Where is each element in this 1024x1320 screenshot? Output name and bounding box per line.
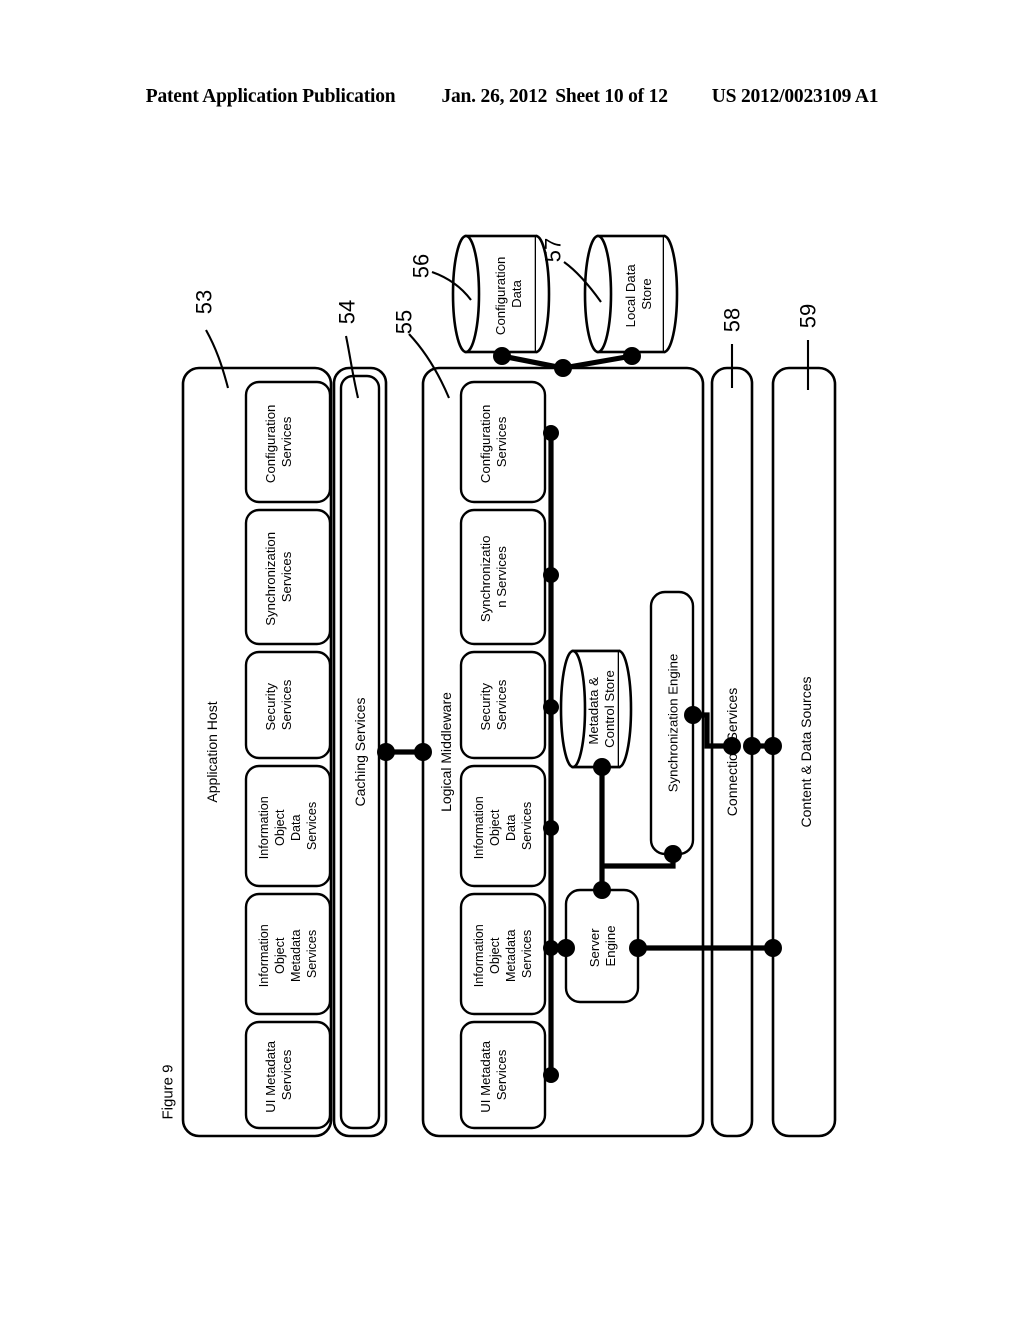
refnum-content-data-sources: 59	[796, 304, 821, 328]
connector-dot	[414, 743, 432, 761]
metadata-control-store-label: Metadata & Control Store	[586, 670, 617, 748]
connector-dot	[629, 939, 647, 957]
service-box-info-object-data-services-host: Information Object Data Services	[244, 764, 332, 888]
connector-dot	[377, 743, 395, 761]
connector-dot	[543, 820, 559, 836]
connector-dot	[664, 845, 682, 863]
refnum-caching-services: 54	[335, 300, 360, 324]
service-box-ui-metadata-services-mw: UI Metadata Services	[459, 1020, 547, 1130]
service-box-security-services-host: Security Services	[244, 650, 332, 760]
synchronization-engine-label: Synchronization Engine	[666, 654, 681, 793]
refnum-logical-middleware: 55	[392, 310, 417, 334]
refnum-application-host: 53	[192, 290, 217, 314]
application-host-label: Application Host	[204, 701, 220, 802]
connector-dot	[557, 939, 575, 957]
metadata-control-store-cylinder: Metadata & Control Store	[559, 649, 633, 769]
connector-dot	[684, 706, 702, 724]
connector-dot	[764, 737, 782, 755]
connector-dot	[723, 737, 741, 755]
server-engine-box: Server Engine	[564, 888, 640, 1004]
service-box-security-services-mw: Security Services	[459, 650, 547, 760]
content-data-sources-container: Content & Data Sources	[771, 366, 837, 1138]
service-box-ui-metadata-services-host: UI Metadata Services	[244, 1020, 332, 1130]
local-data-store-cylinder: Local Data Store	[583, 234, 679, 354]
service-box-info-object-metadata-services-mw: Information Object Metadata Services	[459, 892, 547, 1016]
figure-label: Figure 9	[160, 1064, 177, 1119]
service-box-info-object-metadata-services-host: Information Object Metadata Services	[244, 892, 332, 1016]
synchronization-engine-box: Synchronization Engine	[649, 590, 695, 856]
service-box-synchronization-services-host: Synchronization Services	[244, 508, 332, 646]
refnum-local-data-store: 57	[541, 238, 566, 262]
service-box-configuration-services-mw: Configuration Services	[459, 380, 547, 504]
service-box-label: Security Services	[263, 679, 294, 730]
service-box-configuration-services-host: Configuration Services	[244, 380, 332, 504]
connector-dot	[623, 347, 641, 365]
connector-dot	[593, 881, 611, 899]
connector-dot	[593, 758, 611, 776]
connector-dot	[543, 567, 559, 583]
caching-services-label: Caching Services	[352, 698, 368, 807]
figure-canvas: Figure 9 Application Host UI Metadata Se…	[160, 234, 837, 1138]
figure-label-text: Figure 9	[160, 1064, 177, 1119]
connector-dot	[543, 1067, 559, 1083]
service-box-label: Security Services	[478, 679, 509, 730]
connector-dot	[554, 359, 572, 377]
logical-middleware-label: Logical Middleware	[438, 692, 454, 812]
refnum-configuration-data: 56	[409, 254, 434, 278]
patent-figure-page: Patent Application Publication Jan. 26, …	[0, 0, 1024, 1320]
refnum-connection-services: 58	[720, 308, 745, 332]
connector-dot	[743, 737, 761, 755]
content-data-sources-label: Content & Data Sources	[798, 677, 814, 828]
connector-dot	[764, 939, 782, 957]
connector-dot	[543, 425, 559, 441]
service-box-info-object-data-services-mw: Information Object Data Services	[459, 764, 547, 888]
service-box-synchronization-services-mw: Synchronizatio n Services	[459, 508, 547, 646]
connector-dot	[493, 347, 511, 365]
server-engine-label: Server Engine	[587, 925, 618, 968]
connector-dot	[543, 699, 559, 715]
